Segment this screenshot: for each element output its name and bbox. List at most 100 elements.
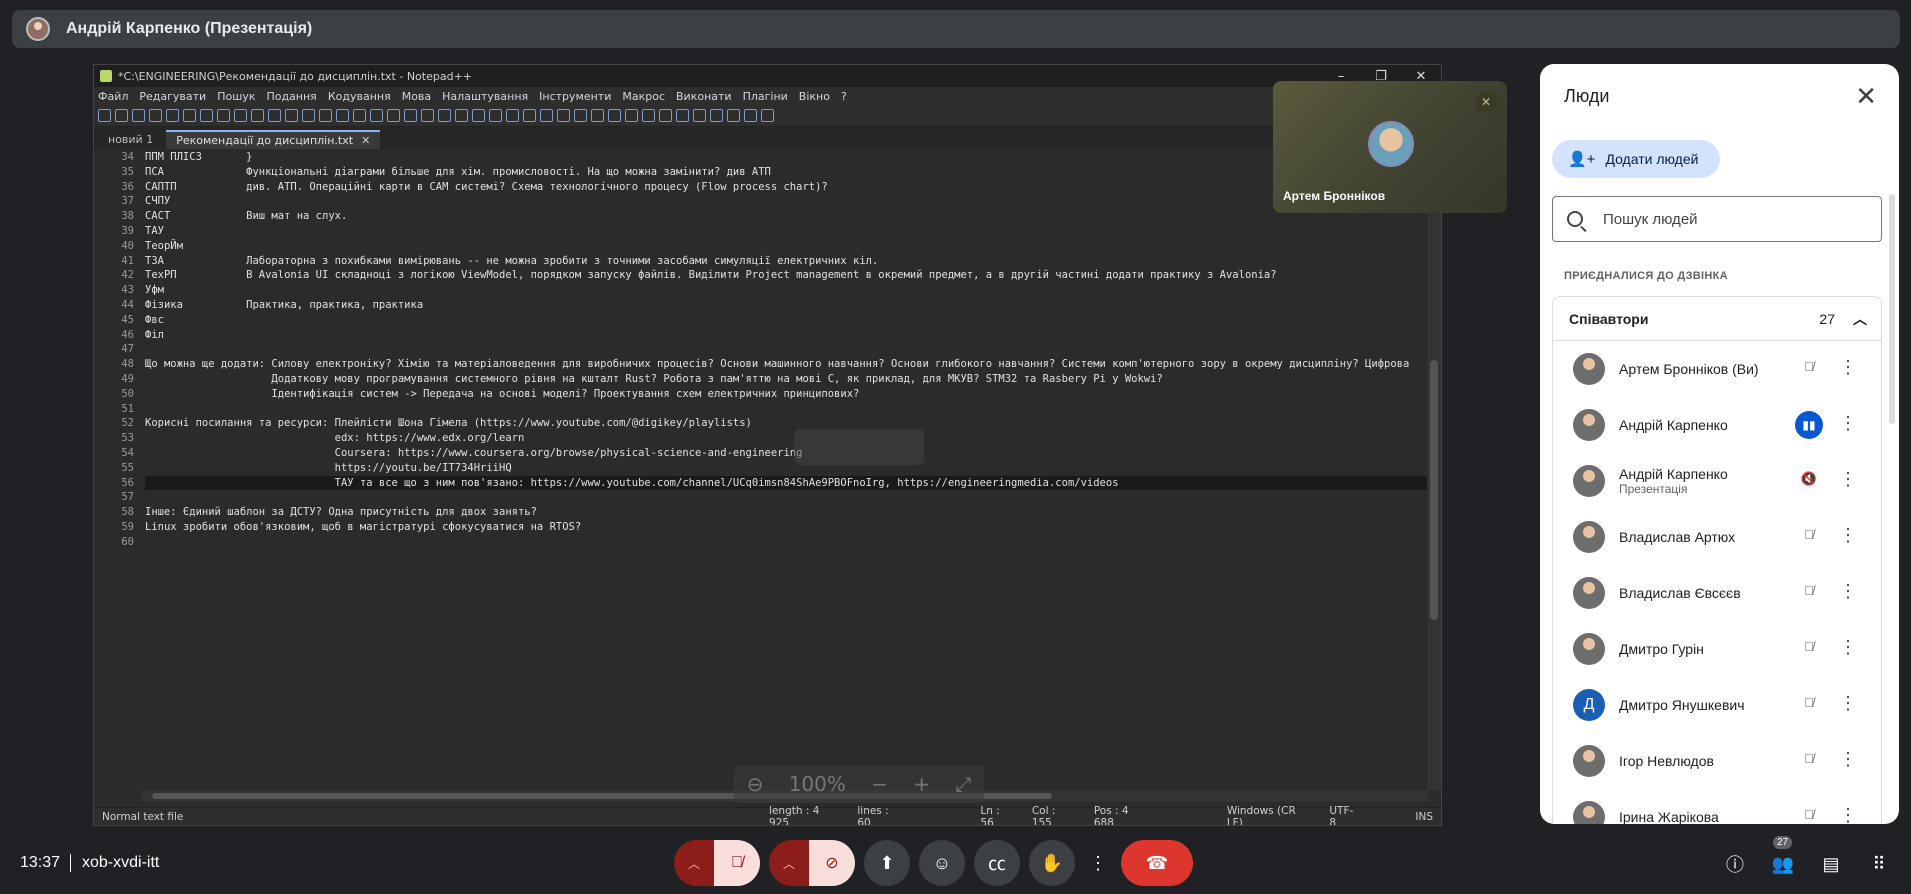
search-people-box[interactable] (1552, 196, 1882, 242)
participant-row[interactable]: Андрій Карпенко Презентація 🔇 ⋮ (1553, 453, 1881, 509)
speaking-indicator-icon[interactable]: ▮▮ (1795, 411, 1823, 439)
captions-button[interactable]: ㏄ (974, 840, 1020, 886)
more-vert-icon[interactable]: ⋮ (1839, 413, 1857, 433)
more-vert-icon[interactable]: ⋮ (1839, 805, 1857, 824)
leave-call-button[interactable]: ☎ (1121, 840, 1193, 886)
present-button[interactable]: ⬆ (864, 840, 910, 886)
npp-tab-label: новий 1 (108, 133, 154, 146)
line-number: 41 (121, 254, 134, 267)
line-number: 37 (121, 195, 134, 208)
toolbar-icon (540, 109, 553, 122)
participant-avatar (1573, 577, 1605, 609)
chevron-up-icon[interactable]: ︿ (1853, 309, 1867, 329)
people-list: Артем Бронніков (Ви) 🎙̸ ⋮ Андрій Карпенко ▮▮… (1553, 341, 1881, 824)
participant-row[interactable]: Владислав Євсєєв 🎙̸ ⋮ (1553, 565, 1881, 621)
reactions-button[interactable]: ☺ (919, 840, 965, 886)
hand-icon: ✋ (1040, 852, 1064, 873)
group-label: Співавтори (1569, 310, 1649, 327)
audio-settings-button[interactable]: ︿ (674, 840, 714, 886)
mic-toggle-button[interactable]: 🎙̸ (714, 840, 760, 886)
npp-menu-item: Плагіни (742, 89, 788, 103)
close-panel-button[interactable]: ✕ (1855, 83, 1877, 109)
contributors-group: Співавтори 27 ︿ Артем Бронніков (Ви) 🎙̸ ⋮ А… (1552, 296, 1882, 824)
line-number: 44 (121, 298, 134, 311)
participant-row[interactable]: Дмитро Гурін 🎙̸ ⋮ (1553, 621, 1881, 677)
contributors-header[interactable]: Співавтори 27 ︿ (1553, 297, 1881, 341)
more-vert-icon[interactable]: ⋮ (1839, 469, 1857, 489)
participant-row[interactable]: Артем Бронніков (Ви) 🎙̸ ⋮ (1553, 341, 1881, 397)
participant-row[interactable]: Д Дмитро Янушкевич 🎙̸ ⋮ (1553, 677, 1881, 733)
video-settings-button[interactable]: ︿ (769, 840, 809, 886)
participant-avatar (1573, 801, 1605, 824)
code-line: edx: https://www.edx.org/learn (145, 432, 525, 445)
mic-off-icon[interactable]: 🎙̸ (1799, 695, 1819, 715)
code-line: Додаткову мову програмування системного … (145, 372, 1163, 385)
camera-toggle-button[interactable]: ⊘ (809, 840, 855, 886)
mic-off-icon[interactable]: 🎙̸ (1799, 639, 1819, 659)
line-number: 59 (121, 520, 134, 533)
activities-button[interactable]: ⠿ (1865, 850, 1893, 878)
people-scrollbar[interactable] (1889, 194, 1895, 424)
npp-menu-item: ? (840, 89, 847, 103)
toolbar-icon (676, 109, 689, 122)
participant-avatar (1573, 465, 1605, 497)
participant-row[interactable]: Андрій Карпенко ▮▮ ⋮ (1553, 397, 1881, 453)
code-line: Ідентифікація систем -> Передача на осно… (145, 387, 860, 400)
participant-name-block: Андрій Карпенко Презентація (1619, 466, 1728, 496)
participant-name: Владислав Євсєєв (1619, 585, 1741, 601)
code-line: ТехРП В Avalonia UI складноці з логікою … (145, 269, 1277, 282)
more-options-button[interactable]: ⋮ (1084, 840, 1112, 886)
code-line: https://youtu.be/IT734HriiHQ (145, 461, 512, 474)
participant-row[interactable]: Ірина Жарікова 🎙̸ ⋮ (1553, 789, 1881, 824)
volume-off-icon[interactable]: 🔇 (1799, 471, 1819, 491)
line-number: 57 (121, 491, 134, 504)
more-vert-icon[interactable]: ⋮ (1839, 749, 1857, 769)
mic-off-icon[interactable]: 🎙̸ (1799, 751, 1819, 771)
participant-avatar (1573, 521, 1605, 553)
status-type: Normal text file (102, 810, 184, 823)
people-button[interactable]: 27 👥 (1769, 836, 1797, 878)
status-pos: Pos : 4 688 (1093, 804, 1129, 826)
more-vert-icon[interactable]: ⋮ (1839, 693, 1857, 713)
toolbar-icon (693, 109, 706, 122)
mic-off-icon[interactable]: 🎙̸ (1799, 583, 1819, 603)
mic-off-icon[interactable]: 🎙̸ (1799, 527, 1819, 547)
toolbar-icon (200, 109, 213, 122)
people-count-badge: 27 (1773, 836, 1793, 849)
toolbar-icon (557, 109, 570, 122)
code-line: Linux зробити обов'язковим, щоб в магіст… (145, 520, 582, 533)
participant-avatar: Д (1573, 689, 1605, 721)
self-view-tile[interactable]: ✕ Артем Бронніков (1273, 81, 1507, 213)
toolbar-icon (472, 109, 485, 122)
toolbar-icon (421, 109, 434, 122)
toolbar-icon (149, 109, 162, 122)
chat-icon: ▤ (1822, 853, 1840, 874)
more-vert-icon[interactable]: ⋮ (1839, 637, 1857, 657)
line-number: 42 (121, 269, 134, 282)
add-people-button[interactable]: 👤+ Додати людей (1552, 140, 1720, 178)
line-number: 49 (121, 372, 134, 385)
code-line: ППМ ПЛІС3 } (145, 151, 253, 163)
more-vert-icon[interactable]: ⋮ (1839, 581, 1857, 601)
chat-button[interactable]: ▤ (1817, 850, 1845, 878)
participant-row[interactable]: Владислав Артюх 🎙̸ ⋮ (1553, 509, 1881, 565)
more-vert-icon[interactable]: ⋮ (1839, 525, 1857, 545)
line-number: 35 (121, 165, 134, 178)
search-icon (1567, 211, 1583, 227)
toolbar-icon (370, 109, 383, 122)
search-people-input[interactable] (1603, 210, 1853, 228)
participant-avatar (1368, 121, 1414, 167)
joined-section-label: ПРИЄДНАЛИСЯ ДО ДЗВІНКА (1564, 270, 1728, 282)
more-vert-icon[interactable]: ⋮ (1839, 357, 1857, 377)
mic-off-icon[interactable]: 🎙̸ (1799, 807, 1819, 824)
toolbar-icon (744, 109, 757, 122)
info-icon: ⓘ (1726, 855, 1744, 875)
participant-row[interactable]: Ігор Невлюдов 🎙̸ ⋮ (1553, 733, 1881, 789)
mic-off-icon[interactable]: 🎙̸ (1799, 359, 1819, 379)
raise-hand-button[interactable]: ✋ (1029, 840, 1075, 886)
emoji-icon: ☺ (932, 852, 952, 873)
info-button[interactable]: ⓘ (1721, 850, 1749, 878)
npp-menu-item: Мова (401, 89, 432, 103)
toolbar-icon (710, 109, 723, 122)
